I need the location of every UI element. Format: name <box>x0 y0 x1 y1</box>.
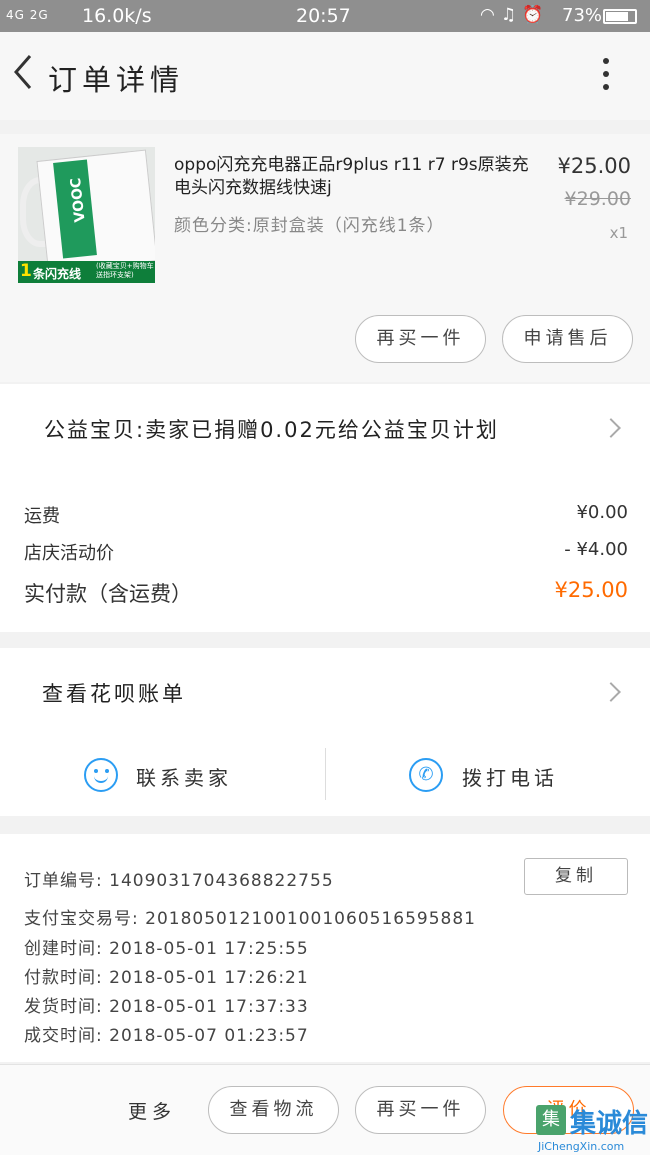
charity-row[interactable]: 公益宝贝:卖家已捐赠0.02元给公益宝贝计划 <box>0 384 650 472</box>
promo-label: 店庆活动价 <box>24 543 114 564</box>
page-title: 订单详情 <box>48 63 185 97</box>
more-menu-icon[interactable] <box>596 58 616 94</box>
order-info: 订单编号: 1409031704368822755 复制 支付宝交易号: 201… <box>0 834 650 1062</box>
product-quantity: x1 <box>609 224 628 242</box>
original-price: ¥29.00 <box>564 188 631 210</box>
more-button[interactable]: 更多 <box>128 1097 176 1124</box>
promo-row: 店庆活动价 - ¥4.00 <box>24 539 628 565</box>
product-name[interactable]: oppo闪充充电器正品r9plus r11 r7 r9s原装充电头闪充数据线快速… <box>174 154 530 200</box>
order-number: 订单编号: 1409031704368822755 <box>24 871 334 891</box>
huabei-row[interactable]: 查看花呗账单 <box>0 648 650 736</box>
watermark-url: JiChengXin.com <box>538 1140 625 1153</box>
logistics-button[interactable]: 查看物流 <box>208 1086 339 1134</box>
thumb-banner: 1 条闪充线 (收藏宝贝+购物车 送指环支架) <box>18 261 155 283</box>
contact-seller-label: 联系卖家 <box>136 766 232 790</box>
call-label: 拨打电话 <box>462 766 558 790</box>
chat-face-icon <box>84 758 118 792</box>
created-time: 创建时间: 2018-05-01 17:25:55 <box>24 939 309 959</box>
call-button[interactable]: ✆ 拨打电话 <box>326 736 650 816</box>
buy-again-button-bottom[interactable]: 再买一件 <box>355 1086 486 1134</box>
charity-text: 公益宝贝:卖家已捐赠0.02元给公益宝贝计划 <box>44 418 499 442</box>
total-value: ¥25.00 <box>554 578 628 602</box>
battery-icon <box>603 9 637 24</box>
chevron-right-icon <box>601 418 621 438</box>
completed-time: 成交时间: 2018-05-07 01:23:57 <box>24 1026 309 1046</box>
product-spec: 颜色分类:原封盒装（闪充线1条） <box>174 216 445 236</box>
back-arrow-icon[interactable] <box>8 50 40 94</box>
watermark: 集 集诚信 JiChengXin.com <box>534 1103 650 1155</box>
phone-icon: ✆ <box>409 758 443 792</box>
status-icons: ◠♫⏰ <box>480 5 550 25</box>
battery-percent: 73% <box>562 5 603 26</box>
network-speed: 16.0k/s <box>82 5 152 27</box>
huabei-label: 查看花呗账单 <box>42 682 186 706</box>
shipped-time: 发货时间: 2018-05-01 17:37:33 <box>24 997 309 1017</box>
buy-again-button[interactable]: 再买一件 <box>355 315 486 363</box>
product-card[interactable]: VOOC 1 条闪充线 (收藏宝贝+购物车 送指环支架) oppo闪充充电器正品… <box>0 134 650 382</box>
chevron-right-icon <box>601 682 621 702</box>
total-label: 实付款（含运费） <box>24 582 192 606</box>
header: 订单详情 <box>0 32 650 120</box>
clock: 20:57 <box>296 5 351 27</box>
contact-bar: 联系卖家 ✆ 拨打电话 <box>0 736 650 816</box>
signal-icon: 4G 2G <box>6 8 49 22</box>
total-row: 实付款（含运费） ¥25.00 <box>24 578 628 608</box>
paid-time: 付款时间: 2018-05-01 17:26:21 <box>24 968 309 988</box>
promo-value: - ¥4.00 <box>564 539 628 560</box>
shipping-row: 运费 ¥0.00 <box>24 502 628 528</box>
fee-summary: 运费 ¥0.00 店庆活动价 - ¥4.00 实付款（含运费） ¥25.00 <box>0 472 650 632</box>
watermark-logo: 集 <box>536 1105 566 1135</box>
thumb-badge-note: (收藏宝贝+购物车 送指环支架) <box>96 262 154 279</box>
copy-button[interactable]: 复制 <box>524 858 628 895</box>
status-bar: 4G 2G 16.0k/s 20:57 ◠♫⏰ 73% <box>0 0 650 32</box>
watermark-name: 集诚信 <box>570 1109 649 1139</box>
product-price: ¥25.00 <box>557 154 631 178</box>
thumb-badge-text: 条闪充线 <box>33 267 82 281</box>
alipay-number: 支付宝交易号: 2018050121001001060516595881 <box>24 909 476 929</box>
contact-seller-button[interactable]: 联系卖家 <box>0 736 325 816</box>
thumb-badge-number: 1 <box>20 261 32 281</box>
after-sale-button[interactable]: 申请售后 <box>502 315 633 363</box>
shipping-value: ¥0.00 <box>576 502 628 523</box>
product-thumbnail[interactable]: VOOC 1 条闪充线 (收藏宝贝+购物车 送指环支架) <box>18 147 155 283</box>
shipping-label: 运费 <box>24 506 60 527</box>
